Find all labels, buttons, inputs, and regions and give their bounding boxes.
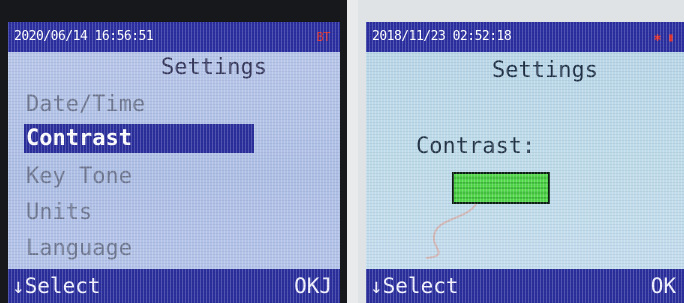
reflection-glare-icon: [425, 203, 477, 259]
ok-softkey[interactable]: OKJ: [294, 269, 332, 303]
left-device-photo: 2020/06/14 16:56:51 BT Settings Date/Tim…: [0, 0, 347, 303]
status-bar: 2018/11/23 02:52:18 ✱ ▮: [366, 22, 684, 52]
bluetooth-indicator-icon: BT: [316, 30, 331, 44]
contrast-label: Contrast:: [416, 134, 536, 159]
menu-item-date-time[interactable]: Date/Time: [24, 88, 254, 124]
menu-item-units[interactable]: Units: [24, 196, 254, 232]
right-lcd-screen: 2018/11/23 02:52:18 ✱ ▮ Settings Contras…: [366, 22, 684, 303]
softkey-bar: ↓Select OK: [366, 269, 684, 303]
page-title: Settings: [492, 58, 598, 83]
select-softkey[interactable]: ↓Select: [12, 269, 101, 303]
right-device-photo: 2018/11/23 02:52:18 ✱ ▮ Settings Contras…: [358, 0, 684, 303]
page-title: Settings: [161, 55, 267, 80]
contrast-level-fill: [454, 174, 548, 202]
status-bar: 2020/06/14 16:56:51 BT: [8, 22, 340, 52]
status-indicator-icon: ✱ ▮: [653, 30, 675, 44]
ok-softkey[interactable]: OK: [651, 269, 676, 303]
select-softkey[interactable]: ↓Select: [370, 269, 459, 303]
menu-item-contrast[interactable]: Contrast: [24, 124, 254, 153]
datetime-readout: 2020/06/14 16:56:51: [14, 29, 154, 44]
menu-item-key-tone[interactable]: Key Tone: [24, 160, 254, 196]
datetime-readout: 2018/11/23 02:52:18: [372, 29, 512, 44]
left-lcd-screen: 2020/06/14 16:56:51 BT Settings Date/Tim…: [8, 22, 340, 303]
softkey-bar: ↓Select OKJ: [8, 269, 340, 303]
menu-item-language[interactable]: Language: [24, 232, 254, 268]
settings-menu: Date/Time Contrast Key Tone Units Langua…: [24, 88, 254, 268]
